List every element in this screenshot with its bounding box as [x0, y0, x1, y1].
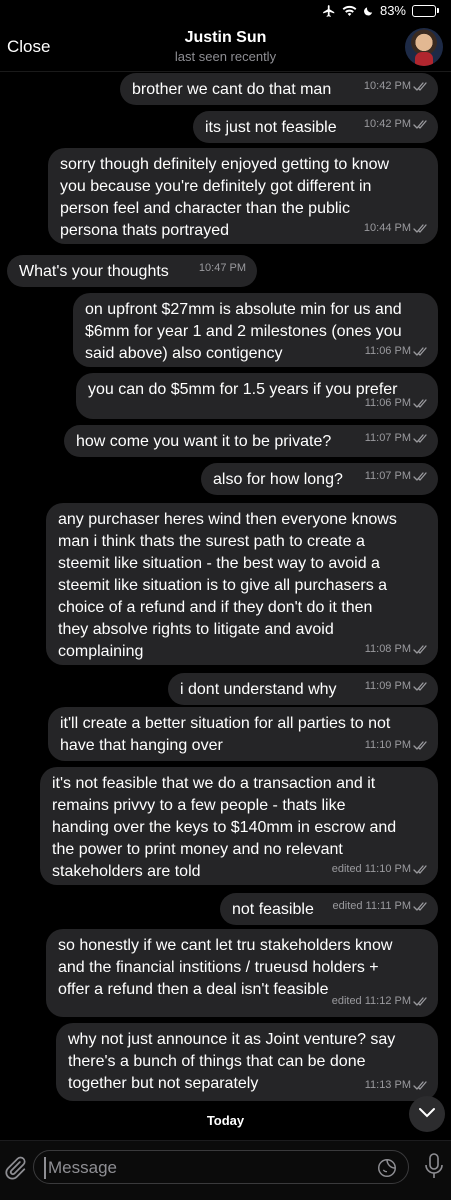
- message-time: 11:07 PM: [364, 470, 411, 482]
- outgoing-message[interactable]: it'll create a better situation for all …: [48, 707, 438, 761]
- message-timestamp: 10:42 PM: [364, 75, 428, 97]
- attach-icon[interactable]: [2, 1155, 28, 1186]
- double-check-icon: [413, 740, 427, 750]
- chat-header: Close Justin Sun last seen recently: [0, 22, 451, 72]
- message-timestamp: 11:10 PM: [365, 734, 428, 756]
- avatar[interactable]: [405, 28, 443, 66]
- moon-icon: [363, 5, 374, 17]
- status-icons: 83%: [322, 3, 439, 18]
- message-time: 11:06 PM: [364, 345, 411, 357]
- message-time: 11:07 PM: [364, 432, 411, 444]
- double-check-icon: [413, 864, 427, 874]
- message-time: 11:13 PM: [364, 1079, 411, 1091]
- message-time: 10:42 PM: [363, 118, 411, 130]
- message-time: edited 11:11 PM: [332, 900, 411, 912]
- message-time: edited 11:12 PM: [331, 995, 411, 1007]
- double-check-icon: [413, 119, 427, 129]
- message-timestamp: edited 11:10 PM: [332, 858, 428, 880]
- double-check-icon: [413, 398, 427, 408]
- message-time: 11:09 PM: [364, 680, 411, 692]
- chevron-down-icon: [418, 1105, 436, 1123]
- mic-icon[interactable]: [425, 1153, 443, 1184]
- message-timestamp: 10:42 PM: [364, 113, 428, 135]
- composer-bar: Message: [0, 1140, 451, 1200]
- outgoing-message[interactable]: sorry though definitely enjoyed getting …: [48, 148, 438, 244]
- message-time: 10:44 PM: [363, 222, 411, 234]
- double-check-icon: [413, 346, 427, 356]
- sticker-icon[interactable]: [376, 1157, 398, 1184]
- outgoing-message[interactable]: why not just announce it as Joint ventur…: [56, 1023, 438, 1101]
- message-time: 11:06 PM: [364, 397, 411, 409]
- battery-icon: [412, 4, 439, 17]
- message-timestamp: 11:06 PM: [365, 340, 428, 362]
- message-time: 11:10 PM: [364, 739, 411, 751]
- battery-percent: 83%: [379, 3, 406, 18]
- message-timestamp: 11:13 PM: [365, 1074, 428, 1096]
- outgoing-message[interactable]: also for how long? 11:07 PM: [201, 463, 438, 495]
- message-timestamp: edited 11:11 PM: [333, 895, 428, 917]
- double-check-icon: [413, 81, 427, 91]
- double-check-icon: [413, 1080, 427, 1090]
- message-timestamp: 10:47 PM: [199, 257, 246, 279]
- double-check-icon: [413, 644, 427, 654]
- message-timestamp: 11:09 PM: [365, 675, 428, 697]
- outgoing-message[interactable]: so honestly if we cant let tru stakehold…: [46, 929, 438, 1017]
- double-check-icon: [413, 223, 427, 233]
- double-check-icon: [413, 433, 427, 443]
- status-bar: 83%: [0, 0, 451, 22]
- double-check-icon: [413, 901, 427, 911]
- message-timestamp: 11:07 PM: [365, 465, 428, 487]
- message-time: 10:42 PM: [363, 80, 411, 92]
- text-caret: [44, 1157, 46, 1179]
- outgoing-message[interactable]: it's not feasible that we do a transacti…: [40, 767, 438, 885]
- message-input[interactable]: Message: [33, 1150, 409, 1184]
- airplane-icon: [322, 4, 336, 18]
- scroll-down-button[interactable]: [409, 1096, 445, 1132]
- outgoing-message[interactable]: any purchaser heres wind then everyone k…: [46, 503, 438, 665]
- wifi-icon: [342, 5, 357, 17]
- outgoing-message[interactable]: how come you want it to be private? 11:07…: [64, 425, 438, 457]
- message-timestamp: 11:07 PM: [365, 427, 428, 449]
- message-timestamp: 11:08 PM: [365, 638, 428, 660]
- contact-name[interactable]: Justin Sun: [0, 29, 451, 47]
- outgoing-message[interactable]: on upfront $27mm is absolute min for us …: [73, 293, 438, 367]
- date-separator: Today: [206, 1113, 245, 1128]
- message-timestamp: 11:06 PM: [365, 392, 428, 414]
- outgoing-message[interactable]: you can do $5mm for 1.5 years if you pre…: [76, 373, 438, 419]
- message-time: edited 11:10 PM: [331, 863, 411, 875]
- double-check-icon: [413, 471, 427, 481]
- double-check-icon: [413, 681, 427, 691]
- outgoing-message[interactable]: its just not feasible 10:42 PM: [193, 111, 438, 143]
- last-seen-status: last seen recently: [174, 49, 277, 64]
- message-placeholder: Message: [48, 1158, 117, 1177]
- message-timestamp: edited 11:12 PM: [332, 990, 428, 1012]
- message-time: 10:47 PM: [198, 262, 246, 274]
- outgoing-message[interactable]: brother we cant do that man 10:42 PM: [120, 73, 438, 105]
- incoming-message[interactable]: What's your thoughts 10:47 PM: [7, 255, 257, 287]
- message-timestamp: 10:44 PM: [364, 217, 428, 239]
- outgoing-message[interactable]: not feasible edited 11:11 PM: [220, 893, 438, 925]
- message-time: 11:08 PM: [364, 643, 411, 655]
- double-check-icon: [413, 996, 427, 1006]
- outgoing-message[interactable]: i dont understand why 11:09 PM: [168, 673, 438, 705]
